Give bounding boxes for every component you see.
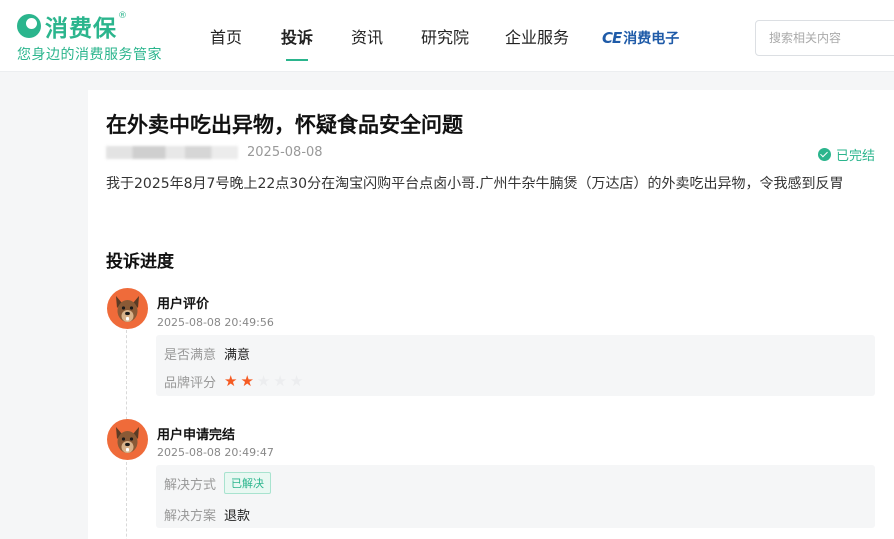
star-icon: ★ — [273, 372, 287, 390]
nav-research[interactable]: 研究院 — [421, 0, 469, 72]
star-icon: ★ — [224, 372, 238, 390]
dog-avatar-icon — [107, 288, 148, 329]
status-text: 已完结 — [835, 149, 875, 164]
nav-home[interactable]: 首页 — [210, 0, 242, 72]
star-icon: ★ — [256, 372, 271, 390]
resolved-tag: 已解决 — [224, 472, 272, 494]
field-label: 品牌评分 — [164, 376, 217, 391]
blurred-username — [106, 146, 238, 159]
complaint-description: 我于2025年8月7号晚上22点30分在淘宝闪购平台点卤小哥.广州牛杂牛腩煲（万… — [106, 176, 844, 192]
status-badge: 已完结 — [817, 145, 875, 164]
nav-enterprise[interactable]: 企业服务 — [505, 0, 569, 72]
nav-news[interactable]: 资讯 — [351, 0, 383, 72]
progress-section-title: 投诉进度 — [106, 252, 174, 272]
site-header: 消费保 ® 您身边的消费服务管家 首页 投诉 资讯 研究院 企业服务 CE 消费… — [0, 0, 894, 72]
timeline-connector — [126, 330, 127, 430]
field-label: 解决方案 — [164, 509, 217, 524]
event-title: 用户申请完结 — [157, 428, 236, 443]
detail-row-brand-rating: 品牌评分 ★ ★ ★ ★ ★ — [164, 372, 306, 392]
event-time: 2025-08-08 20:49:56 — [157, 316, 274, 329]
detail-row-resolution-type: 解决方式 已解决 — [164, 472, 272, 494]
brand-slogan: 您身边的消费服务管家 — [17, 47, 162, 63]
complaint-date: 2025-08-08 — [247, 145, 323, 160]
nav-complaints[interactable]: 投诉 — [281, 0, 313, 72]
event-details: 是否满意 满意 品牌评分 ★ ★ ★ ★ ★ — [156, 335, 875, 396]
field-label: 解决方式 — [164, 477, 217, 493]
detail-row-resolution-plan: 解决方案 退款 — [164, 505, 250, 524]
dog-avatar-icon — [107, 419, 148, 460]
site-logo[interactable]: 消费保 ® 您身边的消费服务管家 — [17, 11, 162, 64]
event-title: 用户评价 — [157, 297, 210, 312]
field-value: 退款 — [224, 509, 251, 524]
timeline-connector — [126, 462, 127, 539]
logo-mark-icon — [17, 14, 41, 38]
registered-mark: ® — [118, 11, 127, 21]
star-icon: ★ — [240, 372, 254, 390]
star-icon: ★ — [289, 372, 304, 390]
partner-logo-text: 消费电子 — [623, 31, 680, 47]
brand-name: 消费保 — [45, 16, 117, 42]
field-value: 满意 — [224, 348, 251, 363]
complaint-card: 在外卖中吃出异物，怀疑食品安全问题 2025-08-08 已完结 我于2025年… — [88, 90, 894, 539]
partner-logo-consumer-electronics[interactable]: CE 消费电子 — [602, 28, 679, 48]
search-input[interactable]: 搜索相关内容 — [755, 20, 894, 56]
event-details: 解决方式 已解决 解决方案 退款 — [156, 465, 875, 528]
complaint-meta: 2025-08-08 — [106, 145, 323, 160]
event-time: 2025-08-08 20:49:47 — [157, 446, 274, 459]
star-rating: ★ ★ ★ ★ ★ — [224, 374, 306, 389]
detail-row-satisfaction: 是否满意 满意 — [164, 344, 250, 363]
ce-logo-icon: CE — [602, 29, 622, 47]
complaint-title: 在外卖中吃出异物，怀疑食品安全问题 — [106, 113, 463, 137]
check-circle-icon — [817, 148, 831, 161]
field-label: 是否满意 — [164, 348, 217, 363]
